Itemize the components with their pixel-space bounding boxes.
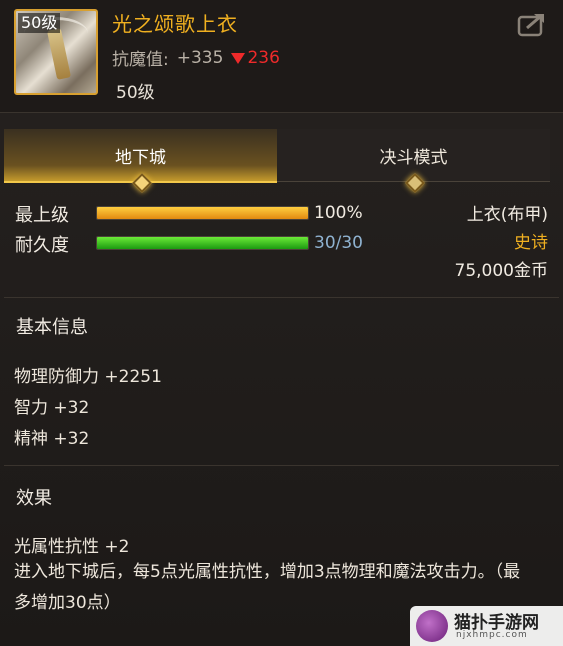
item-rarity: 史诗 xyxy=(514,233,548,253)
effect-light-resist: 光属性抗性 +2 xyxy=(14,537,130,557)
tab-dungeon-label: 地下城 xyxy=(115,147,166,168)
required-level: 50级 xyxy=(116,83,155,103)
stat-physical-defense: 物理防御力 +2251 xyxy=(14,367,162,387)
item-name: 光之颂歌上衣 xyxy=(112,12,238,36)
diamond-indicator-icon xyxy=(131,173,152,193)
thumb-level-badge: 50级 xyxy=(18,13,61,33)
mode-tabs: 地下城 决斗模式 xyxy=(4,129,559,193)
upgrade-level-value: 100% xyxy=(314,203,363,223)
magic-resist-change: 236 xyxy=(231,47,280,68)
stat-spirit: 精神 +32 xyxy=(14,429,90,449)
item-header: 50级 光之颂歌上衣 抗魔值: +335 236 50级 xyxy=(0,0,563,113)
watermark-url: njxhmpc.com xyxy=(456,630,528,640)
upgrade-level-bar xyxy=(96,206,309,220)
cat-logo-icon xyxy=(416,610,448,642)
durability-bar xyxy=(96,236,309,250)
upgrade-level-bar-fill xyxy=(97,207,308,219)
tab-duel[interactable]: 决斗模式 xyxy=(277,129,550,193)
site-watermark: 猫扑手游网 njxhmpc.com xyxy=(410,606,563,646)
durability-label: 耐久度 xyxy=(15,235,69,256)
tab-duel-label: 决斗模式 xyxy=(379,147,448,168)
divider xyxy=(4,297,559,298)
item-slot: 上衣(布甲) xyxy=(466,205,548,225)
stat-intelligence: 智力 +32 xyxy=(14,398,90,418)
item-icon[interactable]: 50级 xyxy=(14,9,98,95)
magic-resist-change-value: 236 xyxy=(247,47,280,68)
item-tooltip-panel: 50级 光之颂歌上衣 抗魔值: +335 236 50级 地下城 决斗模式 最上… xyxy=(0,0,563,646)
magic-resist-row: 抗魔值: +335 236 xyxy=(112,45,280,71)
down-arrow-icon xyxy=(231,53,246,64)
tab-dungeon[interactable]: 地下城 xyxy=(4,129,277,193)
effect-title: 效果 xyxy=(16,488,52,509)
magic-resist-label: 抗魔值: xyxy=(112,50,169,70)
diamond-indicator-icon xyxy=(404,173,425,193)
durability-value: 30/30 xyxy=(314,233,363,253)
basic-info-title: 基本信息 xyxy=(16,317,88,338)
divider xyxy=(4,465,559,466)
durability-bar-fill xyxy=(97,237,308,249)
magic-resist-value: +335 xyxy=(176,47,224,68)
upgrade-level-label: 最上级 xyxy=(15,205,69,226)
item-price: 75,000金币 xyxy=(454,261,548,281)
share-icon[interactable] xyxy=(517,11,547,37)
